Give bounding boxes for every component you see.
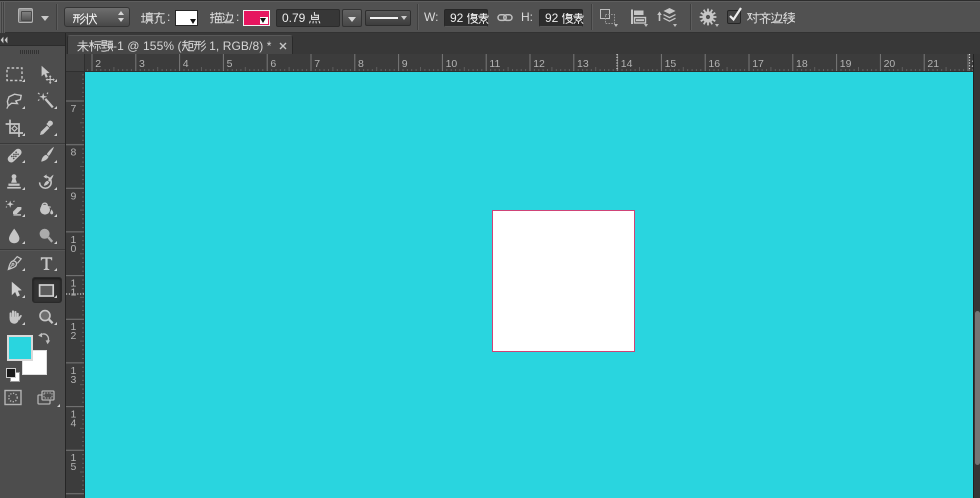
svg-text:19: 19 xyxy=(840,58,852,70)
svg-text:9: 9 xyxy=(402,58,408,70)
svg-text:4: 4 xyxy=(183,58,189,70)
svg-text:3: 3 xyxy=(139,58,145,70)
svg-text:11: 11 xyxy=(489,58,500,70)
svg-text:8: 8 xyxy=(71,147,77,159)
svg-text:16: 16 xyxy=(708,58,720,70)
svg-text:5: 5 xyxy=(71,461,77,473)
svg-text:3: 3 xyxy=(71,374,77,386)
svg-text:21: 21 xyxy=(927,58,939,70)
svg-text:7: 7 xyxy=(71,103,77,115)
svg-text:9: 9 xyxy=(71,190,77,202)
svg-text:20: 20 xyxy=(884,58,896,70)
svg-text:5: 5 xyxy=(227,58,233,70)
svg-text:4: 4 xyxy=(71,418,77,430)
svg-text:2: 2 xyxy=(71,330,77,342)
svg-text:7: 7 xyxy=(314,58,320,70)
svg-text:14: 14 xyxy=(621,58,633,70)
svg-text:8: 8 xyxy=(358,58,364,70)
svg-text:17: 17 xyxy=(752,58,764,70)
svg-text:10: 10 xyxy=(446,58,458,70)
svg-text:13: 13 xyxy=(577,58,589,70)
svg-text:15: 15 xyxy=(665,58,677,70)
svg-text:6: 6 xyxy=(270,58,276,70)
svg-text:12: 12 xyxy=(533,58,545,70)
svg-text:1: 1 xyxy=(71,287,77,299)
svg-text:2: 2 xyxy=(95,58,101,70)
svg-text:18: 18 xyxy=(796,58,808,70)
svg-text:0: 0 xyxy=(71,243,77,255)
